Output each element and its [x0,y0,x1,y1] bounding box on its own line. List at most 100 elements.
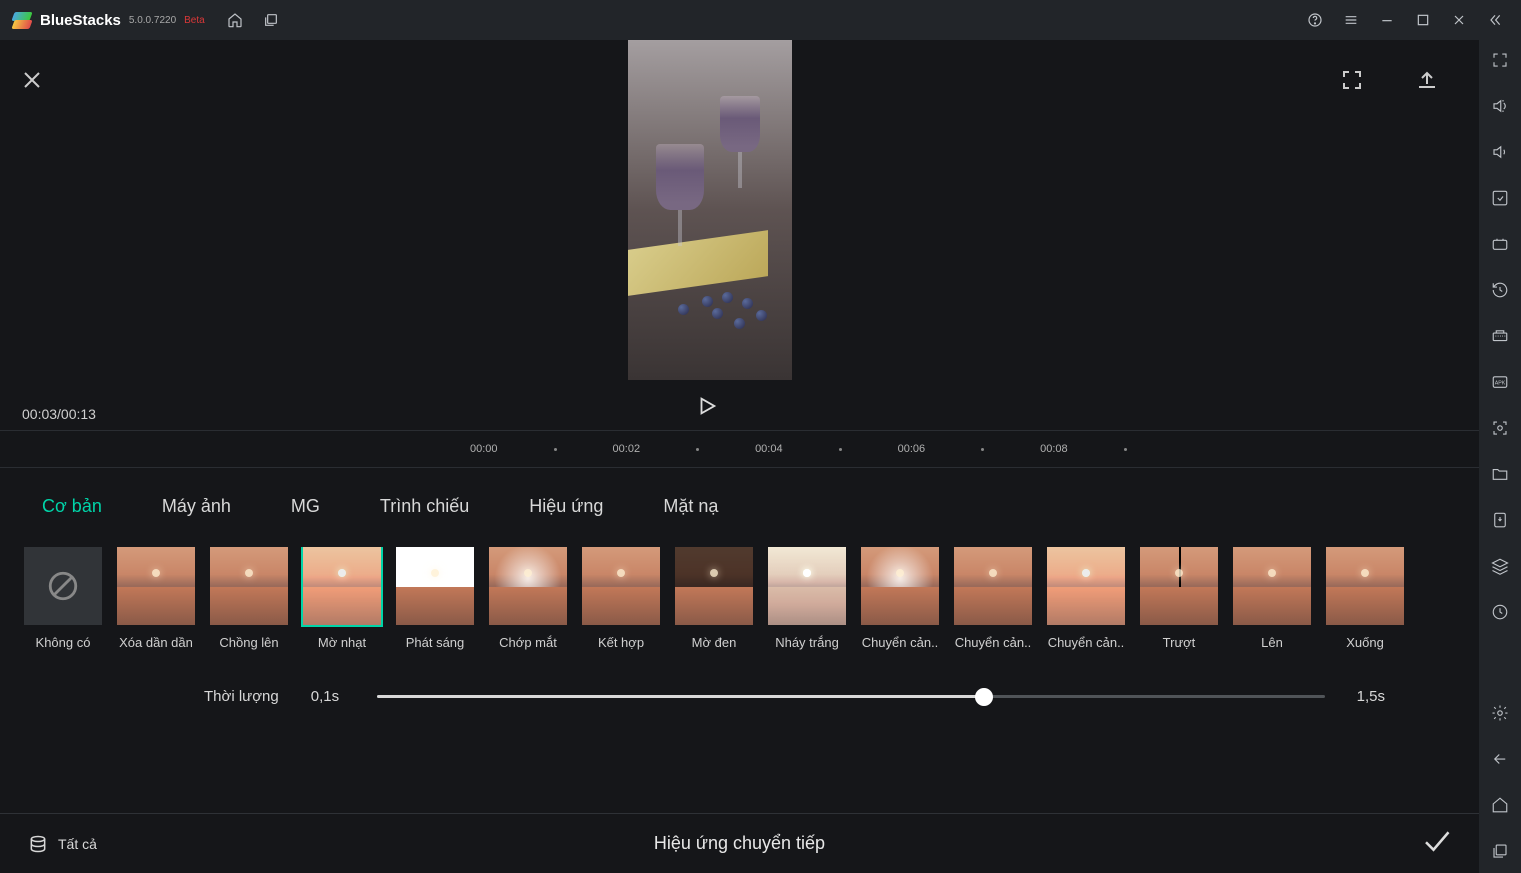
transition-label: Chồng lên [210,635,288,650]
transition-thumb [1233,547,1311,625]
tabs: Cơ bản Máy ảnh MG Trình chiếu Hiệu ứng Mặt nạ [42,496,1455,517]
tick-label: 00:04 [755,443,783,455]
fullscreen-rail-icon[interactable] [1488,48,1512,72]
preview-area: 00:03/00:13 [0,40,1479,430]
app-name: BlueStacks [40,12,121,29]
transition-thumb [1326,547,1404,625]
duration-max: 1,5s [1357,688,1385,705]
recents-icon[interactable] [1488,839,1512,863]
transition-thumb [675,547,753,625]
tick-label: 00:06 [898,443,926,455]
transition-item-8[interactable]: Nháy trắng [768,547,846,650]
tab-0[interactable]: Cơ bản [42,496,102,517]
record-icon[interactable] [1488,232,1512,256]
settings-icon[interactable] [1488,701,1512,725]
transition-label: Lên [1233,635,1311,650]
transition-thumb [24,547,102,625]
transition-item-12[interactable]: Trượt [1140,547,1218,650]
video-preview [628,40,792,380]
tab-4[interactable]: Hiệu ứng [529,496,603,517]
tick-label: 00:00 [470,443,498,455]
clock-icon[interactable] [1488,600,1512,624]
transition-thumb [489,547,567,625]
transition-thumb [861,547,939,625]
transition-thumb [303,547,381,625]
maximize-icon[interactable] [1409,6,1437,34]
duration-min: 0,1s [311,688,339,705]
transition-thumb [117,547,195,625]
right-sidebar: APK [1479,40,1521,873]
home-nav-icon[interactable] [1488,793,1512,817]
tick-label: 00:08 [1040,443,1068,455]
tab-5[interactable]: Mặt nạ [663,496,718,517]
transition-thumb [1047,547,1125,625]
media-folder-icon[interactable] [1488,462,1512,486]
transition-thumb [954,547,1032,625]
close-icon[interactable] [20,68,44,97]
tabs-icon[interactable] [257,6,285,34]
transition-item-0[interactable]: Không có [24,547,102,650]
export-icon[interactable] [1415,68,1439,97]
transition-label: Mờ nhạt [303,635,381,650]
install-icon[interactable] [1488,508,1512,532]
transition-item-4[interactable]: Phát sáng [396,547,474,650]
playback-time: 00:03/00:13 [22,406,96,422]
layers-icon[interactable] [1488,554,1512,578]
transition-item-6[interactable]: Kết hợp [582,547,660,650]
screenshot-icon[interactable] [1488,416,1512,440]
transition-thumb [210,547,288,625]
transition-item-14[interactable]: Xuống [1326,547,1404,650]
transition-label: Xuống [1326,635,1404,650]
transition-item-2[interactable]: Chồng lên [210,547,288,650]
bluestacks-logo-icon [12,10,32,30]
duration-slider[interactable] [377,695,1325,698]
transition-label: Trượt [1140,635,1218,650]
play-icon[interactable] [696,395,718,422]
menu-icon[interactable] [1337,6,1365,34]
collapse-sidebar-icon[interactable] [1481,6,1509,34]
transition-thumb [768,547,846,625]
tab-1[interactable]: Máy ảnh [162,496,231,517]
transition-item-5[interactable]: Chớp mắt [489,547,567,650]
volume-up-icon[interactable] [1488,94,1512,118]
footer: Tất cả Hiệu ứng chuyển tiếp [0,813,1479,873]
macro-icon[interactable] [1488,324,1512,348]
home-icon[interactable] [221,6,249,34]
tab-2[interactable]: MG [291,496,320,517]
transition-label: Mờ đen [675,635,753,650]
transition-label: Chuyển cản.. [861,635,939,650]
transition-label: Phát sáng [396,635,474,650]
tick-label: 00:02 [613,443,641,455]
apply-all-label: Tất cả [58,836,97,852]
tab-3[interactable]: Trình chiếu [380,496,469,517]
volume-icon[interactable] [1488,140,1512,164]
app-version: 5.0.0.7220 [129,15,176,26]
apply-all-button[interactable]: Tất cả [28,834,97,854]
transition-item-13[interactable]: Lên [1233,547,1311,650]
apk-icon[interactable]: APK [1488,370,1512,394]
transition-label: Chuyển cản.. [954,635,1032,650]
transition-item-9[interactable]: Chuyển cản.. [861,547,939,650]
lock-rotation-icon[interactable] [1488,186,1512,210]
transition-item-3[interactable]: Mờ nhạt [303,547,381,650]
transition-item-11[interactable]: Chuyển cản.. [1047,547,1125,650]
transition-item-7[interactable]: Mờ đen [675,547,753,650]
minimize-icon[interactable] [1373,6,1401,34]
transition-label: Xóa dần dần [117,635,195,650]
slider-thumb[interactable] [975,688,993,706]
transition-item-1[interactable]: Xóa dần dần [117,547,195,650]
history-icon[interactable] [1488,278,1512,302]
back-icon[interactable] [1488,747,1512,771]
transition-label: Nháy trắng [768,635,846,650]
fullscreen-icon[interactable] [1340,68,1364,97]
svg-text:APK: APK [1495,380,1506,386]
help-icon[interactable] [1301,6,1329,34]
transition-item-10[interactable]: Chuyển cản.. [954,547,1032,650]
close-window-icon[interactable] [1445,6,1473,34]
title-bar: BlueStacks 5.0.0.7220 Beta [0,0,1521,40]
timeline-ruler[interactable]: 00:00 00:02 00:04 00:06 00:08 [0,430,1479,468]
duration-label: Thời lượng [204,688,279,705]
beta-label: Beta [184,15,205,26]
confirm-icon[interactable] [1421,826,1451,861]
transition-label: Chớp mắt [489,635,567,650]
